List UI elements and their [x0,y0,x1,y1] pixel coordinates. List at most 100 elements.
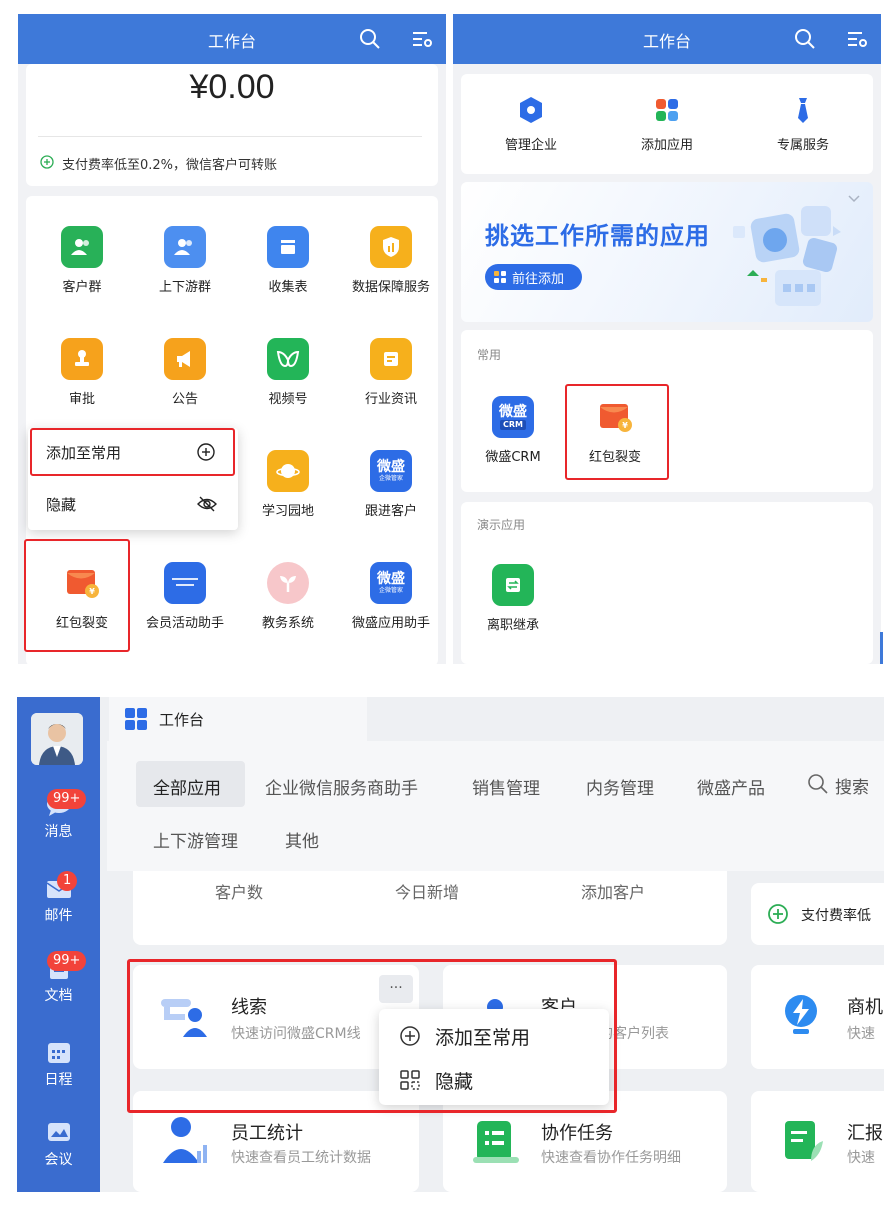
stat-today-new: 今日新增 [395,883,460,902]
banner-headline: 挑选工作所需的应用 [485,222,710,250]
transfer-icon [492,564,534,606]
shield-chart-icon [370,226,412,268]
nav-meeting[interactable]: 会议 [17,1119,100,1175]
pay-notice[interactable]: 支付费率低至0.2%，微信客户可转账 [62,154,277,173]
app-announcement[interactable]: 公告 [133,338,237,407]
pay-notice-card[interactable]: 支付费率低 [751,883,884,945]
stat-add-customer[interactable]: 添加客户 [581,879,645,903]
left-header: 工作台 [18,14,446,64]
app-follow-up-customer[interactable]: 微盛 企微管家 跟进客户 [339,450,443,519]
app-customer-group[interactable]: 客户群 [30,226,134,295]
nav-docs[interactable]: 文档 99+ [17,951,100,1013]
user-photo-icon [31,713,83,765]
tab-service-assistant[interactable]: 企业微信服务商助手 [265,774,418,799]
icon-brand-subtext: 企微管家 [378,474,403,482]
stamp-icon [61,338,103,380]
tab-others[interactable]: 其他 [285,827,319,852]
report-icon [785,1121,823,1161]
nav-messages[interactable]: 消息 99+ [17,789,100,849]
card-title: 汇报 [847,1123,883,1144]
task-list-icon [473,1121,519,1163]
quick-actions-card: 管理企业 添加应用 专属服务 [461,74,873,174]
eye-slash-icon [197,496,217,512]
app-data-protection[interactable]: 数据保障服务 [339,226,443,295]
plus-circle-icon [768,904,788,924]
balance-card: ¥0.00 支付费率低至0.2%，微信客户可转账 [26,64,438,186]
card-subtitle: 快速 [847,1026,875,1042]
app-card-reports[interactable]: 汇报 快速 [751,1091,884,1192]
app-label: 数据保障服务 [351,280,430,295]
app-label: 公告 [171,392,198,407]
add-app-button[interactable]: 添加应用 [615,96,719,153]
app-education-system[interactable]: 教务系统 [236,562,340,631]
app-collection-form[interactable]: 收集表 [236,226,340,295]
apps-illustration [733,206,841,306]
app-supply-chain-group[interactable]: 上下游群 [133,226,237,295]
app-weisheng-assistant[interactable]: 微盛 企微管家 微盛应用助手 [339,562,443,631]
card-title: 商机 [847,997,883,1018]
app-label: 客户群 [62,280,102,295]
nav-calendar[interactable]: 日程 [17,1039,100,1095]
window-title: 工作台 [159,711,205,729]
app-industry-news[interactable]: 行业资讯 [339,338,443,407]
planet-icon [267,450,309,492]
hexagon-icon [520,97,542,123]
manage-enterprise-button[interactable]: 管理企业 [479,96,583,153]
search-icon[interactable] [358,27,382,51]
customer-group-icon [61,226,103,268]
right-phone-screen: 工作台 管理企业 添加应用 专属服务 挑选工作所需的应用 前往添加 常用 微盛 … [453,14,881,664]
settings-menu-icon[interactable] [410,27,434,51]
avatar[interactable] [31,713,83,765]
nav-label: 邮件 [44,908,73,924]
hide-item[interactable]: 隐藏 [32,482,234,526]
app-label: 微盛应用助手 [351,616,430,631]
app-weisheng-crm[interactable]: 微盛 CRM 微盛CRM [461,396,565,465]
search-icon[interactable] [793,27,817,51]
channels-icon [267,338,309,380]
stat-customer-count: 客户数 [215,883,264,902]
app-approval[interactable]: 审批 [30,338,134,407]
right-header: 工作台 [453,14,881,64]
app-label: 审批 [68,392,95,407]
weisheng-crm-icon: 微盛 CRM [492,396,534,438]
settings-menu-icon[interactable] [845,27,869,51]
app-learning-garden[interactable]: 学习园地 [236,450,340,519]
desktop-app-window: 消息 99+ 邮件 1 文档 99+ 日程 会议 工作台 全部应用 企业微信服务… [17,697,884,1192]
app-label: 跟进客户 [364,504,417,519]
section-title: 常用 [477,348,502,362]
search-icon [808,774,828,794]
app-label: 收集表 [268,280,308,295]
tab-sales-management[interactable]: 销售管理 [472,774,540,799]
plus-circle-icon [40,155,54,169]
collection-form-icon [267,226,309,268]
supply-chain-group-icon [164,226,206,268]
app-resignation-inherit[interactable]: 离职继承 [461,564,565,633]
action-label: 专属服务 [776,138,829,153]
balance-amount: ¥0.00 [189,68,275,106]
tab-supply-chain-management[interactable]: 上下游管理 [153,827,238,852]
tab-weisheng-products[interactable]: 微盛产品 [697,774,765,799]
nav-label: 日程 [44,1072,73,1088]
nav-label: 会议 [44,1152,73,1168]
app-member-activity[interactable]: 会员活动助手 [133,562,237,631]
meeting-icon [47,1123,70,1141]
exclusive-service-button[interactable]: 专属服务 [751,96,855,153]
app-label: 会员活动助手 [145,616,224,631]
search-button[interactable]: 搜索 [807,771,884,801]
card-subtitle: 快速查看员工统计数据 [231,1150,371,1166]
card-subtitle: 快速查看协作任务明细 [541,1150,681,1166]
tab-all-apps-label: 全部应用 [153,779,221,799]
weisheng-icon: 微盛 企微管家 [370,562,412,604]
member-activity-icon [164,562,206,604]
demo-apps-card: 演示应用 离职继承 [461,502,873,664]
app-channels[interactable]: 视频号 [236,338,340,407]
stats-card: 客户数 今日新增 添加客户 [133,871,727,945]
nav-mail[interactable]: 邮件 1 [17,871,100,933]
go-add-button[interactable]: 前往添加 [485,264,582,290]
window-tab[interactable]: 工作台 [109,697,367,741]
promo-banner[interactable]: 挑选工作所需的应用 前往添加 [461,182,873,322]
app-card-opportunities[interactable]: 商机 快速 [751,965,884,1069]
left-nav-rail: 消息 99+ 邮件 1 文档 99+ 日程 会议 [17,697,100,1192]
icon-brand-subtext: 企微管家 [378,586,403,594]
tab-internal-management[interactable]: 内务管理 [586,774,654,799]
